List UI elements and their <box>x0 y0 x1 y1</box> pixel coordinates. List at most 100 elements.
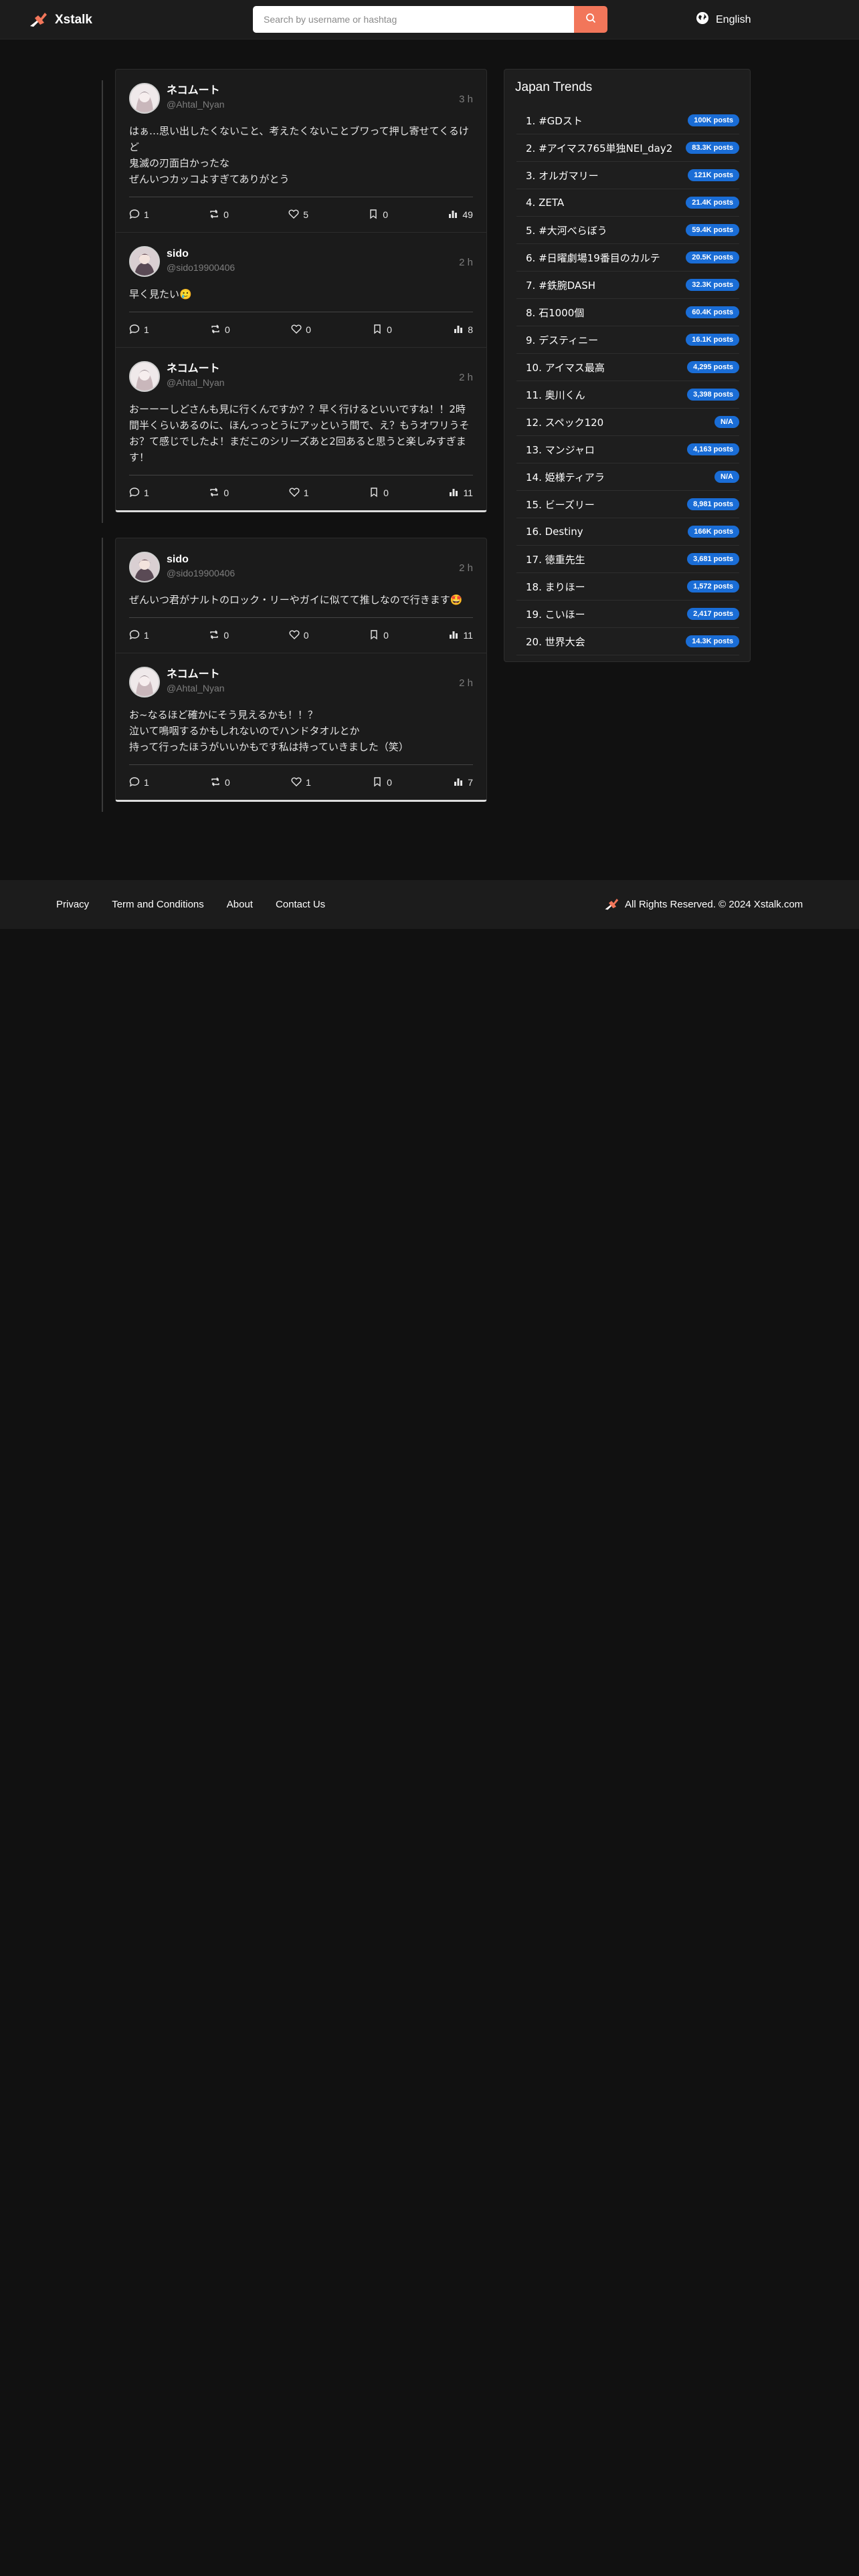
author-name[interactable]: sido <box>167 247 235 261</box>
footer-link-contact[interactable]: Contact Us <box>276 899 325 910</box>
trend-item[interactable]: 18. まりほー 1,572 posts <box>516 573 739 601</box>
post-time: 2 h <box>459 372 473 383</box>
views-stat: 49 <box>448 209 473 221</box>
trends-panel: Japan Trends 1. #GDスト 100K posts 2. #アイマス… <box>504 69 751 662</box>
like-button[interactable]: 1 <box>289 487 309 500</box>
post[interactable]: sido @sido19900406 2 h 早く見たい🥲 1 0 0 0 8 <box>116 233 486 348</box>
trend-item[interactable]: 10. アイマス最高 4,295 posts <box>516 354 739 381</box>
post[interactable]: ネコムート @Ahtal_Nyan 3 h はぁ…思い出したくないこと、考えたく… <box>116 70 486 233</box>
trend-count-badge: 60.4K posts <box>686 306 739 318</box>
author-name[interactable]: ネコムート <box>167 362 225 376</box>
avatar[interactable] <box>129 667 160 697</box>
search-input[interactable] <box>253 6 574 33</box>
thread-connector-line <box>102 80 103 523</box>
language-selector[interactable]: English <box>696 11 751 28</box>
repost-button[interactable]: 0 <box>210 324 230 336</box>
bookmark-button[interactable]: 0 <box>369 487 389 500</box>
repost-button[interactable]: 0 <box>209 487 229 500</box>
repost-icon <box>210 324 221 336</box>
reply-button[interactable]: 1 <box>129 487 149 500</box>
trend-item[interactable]: 6. #日曜劇場19番目のカルテ 20.5K posts <box>516 244 739 272</box>
trend-item[interactable]: 8. 石1000個 60.4K posts <box>516 299 739 326</box>
author-name[interactable]: sido <box>167 553 235 566</box>
author-name[interactable]: ネコムート <box>167 84 225 98</box>
footer-copyright-block: All Rights Reserved. © 2024 Xstalk.com <box>603 880 803 929</box>
repost-button[interactable]: 0 <box>210 776 230 789</box>
trend-item[interactable]: 17. 徳重先生 3,681 posts <box>516 546 739 573</box>
trend-item[interactable]: 14. 姫様ティアラ N/A <box>516 463 739 491</box>
trend-count-badge: 4,163 posts <box>687 443 739 455</box>
avatar[interactable] <box>129 246 160 277</box>
trend-item[interactable]: 19. こいほー 2,417 posts <box>516 601 739 628</box>
author-handle[interactable]: @Ahtal_Nyan <box>167 376 225 389</box>
trend-item[interactable]: 5. #大河べらぼう 59.4K posts <box>516 217 739 244</box>
post-actions: 1 0 1 0 11 <box>129 475 473 510</box>
post[interactable]: ネコムート @Ahtal_Nyan 2 h おーーーしどさんも見に行くんですか？… <box>116 348 486 510</box>
like-button[interactable]: 0 <box>291 324 311 336</box>
trend-item[interactable]: 20. 世界大会 14.3K posts <box>516 628 739 655</box>
footer-link-about[interactable]: About <box>227 899 253 910</box>
trend-label: 19. こいほー <box>526 608 585 621</box>
reply-icon <box>129 324 140 336</box>
reply-button[interactable]: 1 <box>129 629 149 642</box>
like-button[interactable]: 5 <box>288 209 308 221</box>
trend-label: 20. 世界大会 <box>526 635 585 648</box>
bookmark-count: 0 <box>387 777 392 788</box>
post[interactable]: sido @sido19900406 2 h ぜんいつ君がナルトのロック・リーや… <box>116 538 486 653</box>
trend-item[interactable]: 3. オルガマリー 121K posts <box>516 162 739 189</box>
avatar[interactable] <box>129 552 160 582</box>
language-label: English <box>716 13 751 25</box>
bookmark-button[interactable]: 0 <box>368 209 388 221</box>
author-handle[interactable]: @sido19900406 <box>167 261 235 274</box>
trend-item[interactable]: 15. ビーズリー 8,981 posts <box>516 491 739 518</box>
trend-label: 7. #鉄腕DASH <box>526 279 595 292</box>
trend-item[interactable]: 13. マンジャロ 4,163 posts <box>516 436 739 463</box>
like-button[interactable]: 1 <box>291 776 311 789</box>
trend-item[interactable]: 4. ZETA 21.4K posts <box>516 189 739 217</box>
avatar[interactable] <box>129 361 160 392</box>
footer-link-privacy[interactable]: Privacy <box>56 899 89 910</box>
trend-count-badge: 20.5K posts <box>686 251 739 263</box>
trend-item[interactable]: 1. #GDスト 100K posts <box>516 107 739 134</box>
repost-button[interactable]: 0 <box>209 209 229 221</box>
bookmark-button[interactable]: 0 <box>372 324 392 336</box>
views-count: 7 <box>468 777 473 788</box>
repost-icon <box>209 629 219 642</box>
trend-count-badge: 100K posts <box>688 114 739 126</box>
post[interactable]: ネコムート @Ahtal_Nyan 2 h お~なるほど確かにそう見えるかも！！… <box>116 653 486 800</box>
reply-icon <box>129 629 140 642</box>
trend-item[interactable]: 7. #鉄腕DASH 32.3K posts <box>516 272 739 299</box>
reply-button[interactable]: 1 <box>129 324 149 336</box>
brand-logo[interactable]: Xstalk <box>28 9 92 31</box>
reply-button[interactable]: 1 <box>129 209 149 221</box>
avatar[interactable] <box>129 83 160 114</box>
xstalk-logo-icon <box>28 9 48 31</box>
trend-item[interactable]: 9. デスティニー 16.1K posts <box>516 326 739 354</box>
repost-count: 0 <box>225 324 230 335</box>
like-count: 0 <box>303 630 309 641</box>
author-info: ネコムート @Ahtal_Nyan <box>167 83 225 111</box>
author-name[interactable]: ネコムート <box>167 668 225 681</box>
author-info: ネコムート @Ahtal_Nyan <box>167 667 225 695</box>
trend-item[interactable]: 16. Destiny 166K posts <box>516 518 739 546</box>
views-icon <box>448 487 459 500</box>
trend-item[interactable]: 2. #アイマス765単独NEI_day2 83.3K posts <box>516 134 739 162</box>
post-header: sido @sido19900406 <box>129 246 473 277</box>
like-button[interactable]: 0 <box>289 629 309 642</box>
bookmark-icon <box>368 209 379 221</box>
author-handle[interactable]: @sido19900406 <box>167 566 235 580</box>
bookmark-button[interactable]: 0 <box>372 776 392 789</box>
trend-item[interactable]: 12. スペック120 N/A <box>516 409 739 436</box>
like-icon <box>291 776 302 789</box>
trend-label: 3. オルガマリー <box>526 169 599 182</box>
trend-count-badge: 3,681 posts <box>687 553 739 565</box>
trend-item[interactable]: 11. 奥川くん 3,398 posts <box>516 381 739 409</box>
repost-button[interactable]: 0 <box>209 629 229 642</box>
like-count: 1 <box>306 777 311 788</box>
author-handle[interactable]: @Ahtal_Nyan <box>167 681 225 695</box>
footer-link-terms[interactable]: Term and Conditions <box>112 899 204 910</box>
reply-button[interactable]: 1 <box>129 776 149 789</box>
search-button[interactable] <box>574 6 607 33</box>
author-handle[interactable]: @Ahtal_Nyan <box>167 98 225 111</box>
bookmark-button[interactable]: 0 <box>369 629 389 642</box>
